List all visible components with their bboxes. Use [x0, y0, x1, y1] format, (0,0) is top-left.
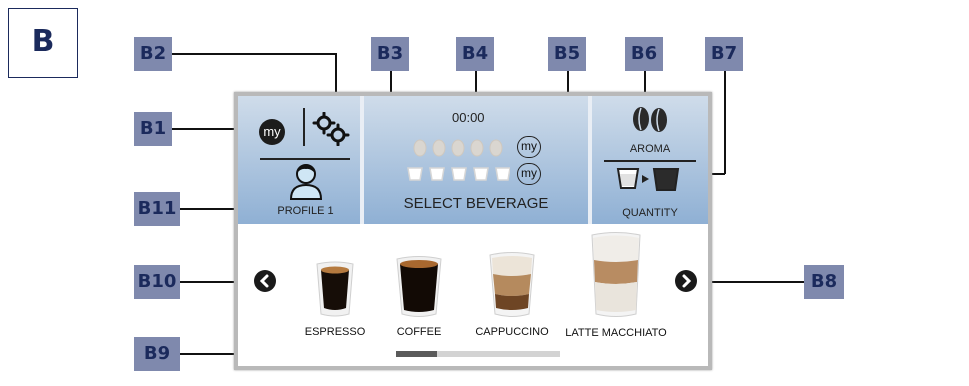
cup-icons — [407, 167, 511, 181]
select-beverage-label: SELECT BEVERAGE — [403, 195, 549, 212]
cup-to-cup-icon — [616, 168, 680, 191]
leader-b2-h — [172, 53, 336, 55]
beverage-cappuccino[interactable]: CAPPUCCINO — [466, 246, 558, 346]
chevron-right-icon — [682, 274, 692, 288]
espresso-cup-icon — [316, 261, 354, 317]
carousel-scrollbar[interactable] — [396, 351, 560, 357]
callout-b11: B11 — [134, 192, 180, 226]
aroma-strength-indicator — [410, 139, 510, 157]
scrollbar-thumb[interactable] — [396, 351, 437, 357]
my-aroma-button[interactable]: my — [517, 136, 541, 158]
beverage-latte-macchiato[interactable]: LATTE MACCHIATO — [565, 230, 667, 350]
cappuccino-label: CAPPUCCINO — [475, 326, 549, 338]
callout-b9: B9 — [134, 337, 180, 371]
callout-b7: B7 — [705, 37, 743, 71]
aroma-button[interactable]: AROMA — [592, 96, 708, 160]
cappuccino-cup-icon — [489, 252, 535, 317]
settings-button[interactable] — [310, 111, 352, 147]
beverage-espresso[interactable]: ESPRESSO — [300, 246, 370, 346]
my-profile-button[interactable]: my — [259, 119, 285, 145]
callout-b10: B10 — [134, 265, 180, 299]
user-icon — [289, 164, 323, 200]
latte-macchiato-glass-icon — [591, 232, 641, 317]
latte-macchiato-label: LATTE MACCHIATO — [565, 327, 667, 339]
vertical-divider — [303, 108, 305, 146]
callout-b1: B1 — [134, 112, 172, 146]
coffee-beans-icon — [633, 107, 667, 132]
section-label: B — [8, 8, 78, 78]
next-arrow-button[interactable] — [675, 270, 697, 292]
profile-button[interactable]: PROFILE 1 — [258, 162, 353, 220]
profile-label: PROFILE 1 — [277, 205, 334, 217]
my-label: my — [263, 124, 281, 139]
callout-b6: B6 — [625, 37, 663, 71]
coffee-label: COFFEE — [396, 326, 442, 338]
callout-b3: B3 — [371, 37, 409, 71]
my-quantity-button[interactable]: my — [517, 163, 541, 185]
chevron-left-icon — [259, 274, 269, 288]
quantity-button[interactable]: QUANTITY — [592, 164, 708, 222]
callout-b8: B8 — [804, 265, 844, 299]
espresso-label: ESPRESSO — [304, 326, 366, 338]
coffee-cup-icon — [396, 256, 442, 317]
beverage-coffee[interactable]: COFFEE — [383, 246, 455, 346]
callout-b5: B5 — [548, 37, 586, 71]
my-aroma-label: my — [521, 139, 537, 153]
gears-icon — [312, 111, 350, 147]
time-display: 00:00 — [452, 110, 485, 125]
aroma-label: AROMA — [629, 143, 671, 155]
previous-arrow-button[interactable] — [254, 270, 276, 292]
aroma-divider — [604, 160, 696, 162]
leader-b7-v — [724, 70, 726, 174]
my-quantity-label: my — [521, 166, 537, 180]
quantity-cups-indicator — [406, 166, 511, 182]
callout-b2: B2 — [134, 37, 172, 71]
profile-divider — [260, 158, 350, 160]
coffee-bean-icons — [413, 139, 503, 157]
callout-b4: B4 — [456, 37, 494, 71]
machine-display: my PROFILE 1 00:00 my my SELECT BEVERAGE… — [234, 92, 712, 370]
quantity-label: QUANTITY — [622, 207, 678, 219]
